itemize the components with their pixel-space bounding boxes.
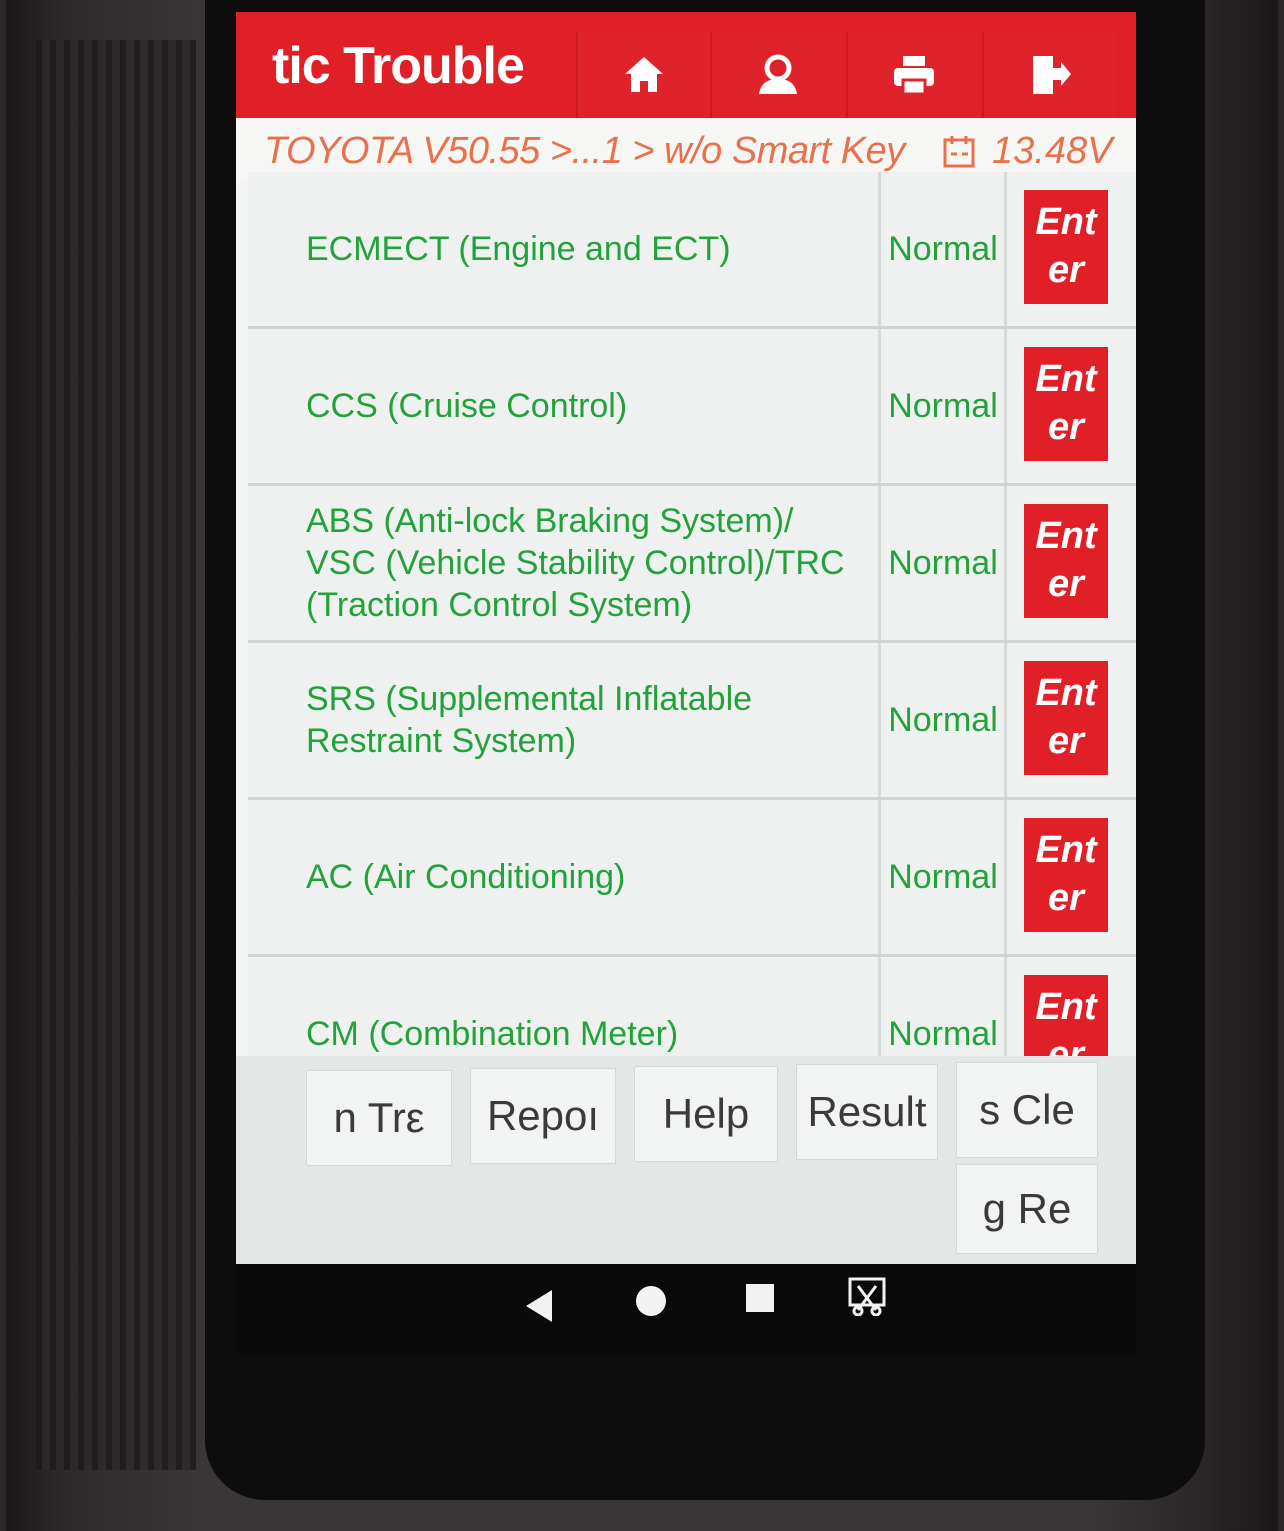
column-divider [1004, 643, 1007, 797]
system-name: ECMECT (Engine and ECT) [306, 230, 731, 268]
system-status: Normal [888, 229, 998, 268]
column-divider [1004, 172, 1007, 326]
user-support-icon [759, 54, 797, 94]
exit-icon [1033, 56, 1071, 94]
trace-button[interactable]: n Trε [306, 1070, 452, 1166]
system-name: SRS (Supplemental Inflatable Restraint S… [306, 680, 753, 760]
column-divider [878, 172, 881, 326]
reading-button[interactable]: g Re [956, 1164, 1098, 1254]
page-title: tic Trouble [272, 37, 525, 95]
system-row: SRS (Supplemental Inflatable Restraint S… [248, 643, 1136, 800]
enter-button[interactable]: Ent er [1024, 661, 1108, 775]
print-button[interactable] [846, 32, 980, 118]
column-divider [878, 329, 881, 483]
column-divider [1004, 800, 1007, 954]
system-row: CCS (Cruise Control) Normal Ent er [248, 329, 1136, 486]
enter-button[interactable]: Ent er [1024, 347, 1108, 461]
report-button[interactable]: Repoı [470, 1068, 616, 1164]
enter-button[interactable]: Ent er [1024, 818, 1108, 932]
system-status: Normal [888, 857, 998, 896]
android-nav-bar [236, 1264, 1136, 1354]
app-screen: tic Trouble TOYOTA V50.55 >...1 > w/o Sm… [236, 12, 1136, 1264]
system-name: ABS (Anti-lock Braking System)/ VSC (Veh… [306, 502, 845, 624]
result-button[interactable]: Result [796, 1064, 938, 1160]
column-divider [878, 643, 881, 797]
device-grip [36, 40, 196, 1470]
system-status: Normal [888, 386, 998, 425]
column-divider [1004, 486, 1007, 640]
system-name: CCS (Cruise Control) [306, 387, 628, 425]
system-row: ABS (Anti-lock Braking System)/ VSC (Veh… [248, 486, 1136, 643]
system-row: ECMECT (Engine and ECT) Normal Ent er [248, 172, 1136, 329]
system-row: AC (Air Conditioning) Normal Ent er [248, 800, 1136, 957]
column-divider [1004, 329, 1007, 483]
enter-button[interactable]: Ent er [1024, 190, 1108, 304]
system-status: Normal [888, 543, 998, 582]
recents-icon[interactable] [744, 1282, 776, 1314]
home-icon [625, 57, 663, 92]
home-circle-icon[interactable] [634, 1284, 668, 1318]
system-status: Normal [888, 700, 998, 739]
exit-button[interactable] [982, 32, 1116, 118]
system-name: AC (Air Conditioning) [306, 858, 626, 896]
breadcrumb: TOYOTA V50.55 >...1 > w/o Smart Key [264, 130, 905, 172]
help-button[interactable]: Help [634, 1066, 778, 1162]
enter-button[interactable]: Ent er [1024, 504, 1108, 618]
clear-codes-button[interactable]: s Cle [956, 1062, 1098, 1158]
column-divider [878, 800, 881, 954]
printer-icon [894, 56, 934, 96]
user-support-button[interactable] [710, 32, 844, 118]
bottom-toolbar: n Trε Repoı Help Result s Cle g Re [236, 1056, 1136, 1264]
home-button[interactable] [576, 32, 710, 118]
screenshot-icon[interactable] [846, 1276, 890, 1316]
calendar-battery-icon [943, 136, 975, 168]
title-bar: tic Trouble [236, 12, 1136, 118]
voltage-readout: 13.48V [992, 130, 1113, 172]
column-divider [878, 486, 881, 640]
back-icon[interactable] [522, 1286, 556, 1326]
